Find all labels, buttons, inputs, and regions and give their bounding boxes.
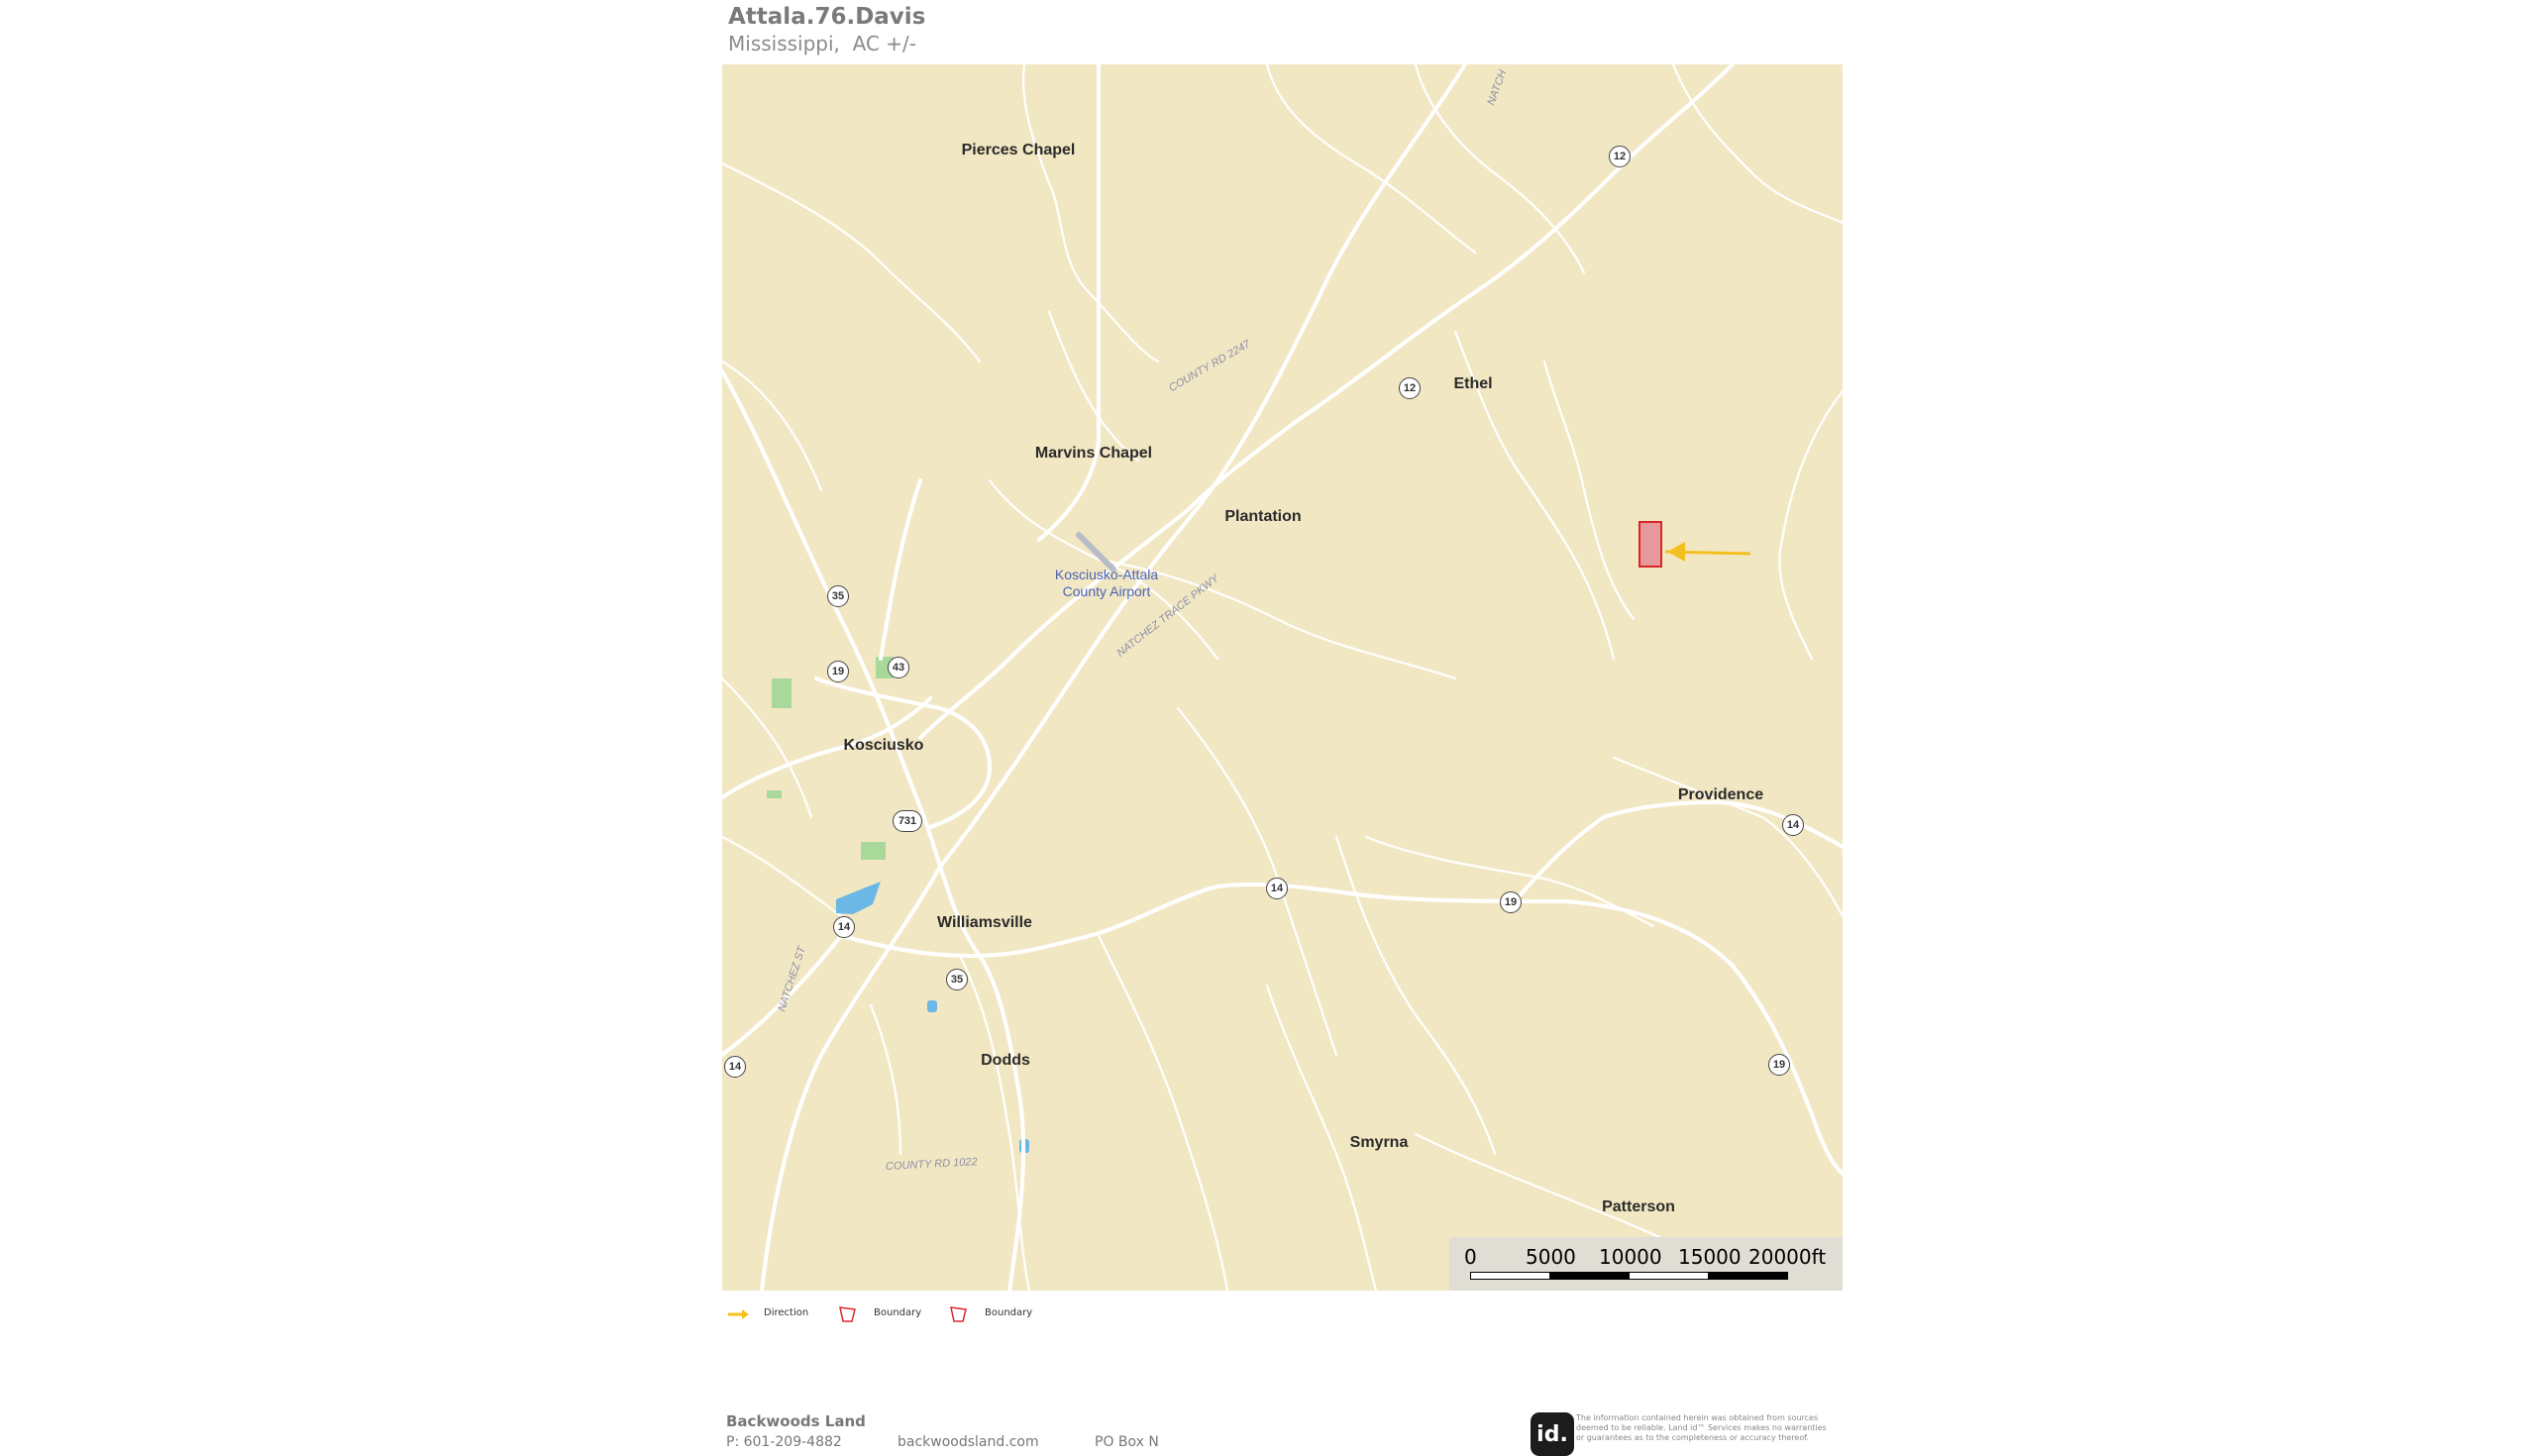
- lake-water: [836, 882, 881, 914]
- company-website[interactable]: backwoodsland.com: [898, 1434, 1039, 1450]
- pond-water: [927, 1000, 937, 1012]
- park-area: [861, 842, 886, 860]
- place-label: Dodds: [981, 1052, 1030, 1069]
- page-title: Attala.76.Davis: [728, 4, 926, 30]
- scale-segment: [1549, 1272, 1630, 1280]
- route-shield: 14: [1782, 814, 1804, 836]
- route-shield: 19: [1500, 891, 1522, 913]
- map-canvas[interactable]: Pierces Chapel Ethel Marvins Chapel Plan…: [722, 64, 1843, 1291]
- direction-arrow-icon: [728, 1309, 749, 1319]
- route-shield: 35: [827, 585, 849, 607]
- route-shield: 14: [1266, 878, 1288, 899]
- legend-label: Boundary: [985, 1307, 1033, 1318]
- route-shield: 12: [1399, 377, 1421, 399]
- legend-label: Boundary: [874, 1307, 922, 1318]
- place-label: Plantation: [1224, 508, 1302, 525]
- property-boundary: [1638, 521, 1662, 568]
- route-shield: 43: [888, 657, 909, 678]
- route-shield: 19: [827, 661, 849, 682]
- place-label: Kosciusko: [843, 737, 924, 754]
- disclaimer-text: The information contained herein was obt…: [1576, 1413, 1827, 1442]
- legend-label: Direction: [764, 1307, 809, 1318]
- place-label: Smyrna: [1349, 1134, 1409, 1151]
- route-shield: 19: [1768, 1054, 1790, 1076]
- scale-segment: [1470, 1272, 1550, 1280]
- company-name: Backwoods Land: [726, 1412, 866, 1430]
- place-label: Pierces Chapel: [961, 142, 1076, 158]
- route-shield: 35: [946, 969, 968, 990]
- page-subtitle: Mississippi, AC +/-: [728, 32, 916, 55]
- route-shield: 14: [833, 916, 855, 938]
- route-shield: 731: [893, 810, 922, 832]
- scale-label: 10000: [1599, 1245, 1662, 1269]
- place-label: Patterson: [1602, 1198, 1675, 1215]
- scale-label: 20000ft: [1748, 1245, 1827, 1269]
- scale-segment: [1629, 1272, 1709, 1280]
- direction-arrow-icon: [1664, 542, 1751, 562]
- park-area: [772, 678, 792, 708]
- scale-segment: [1708, 1272, 1788, 1280]
- place-label: Williamsville: [937, 914, 1032, 931]
- place-label: Providence: [1677, 786, 1764, 803]
- landid-logo: id.: [1531, 1412, 1574, 1456]
- company-phone: P: 601-209-4882: [726, 1434, 842, 1450]
- place-label: Ethel: [1453, 375, 1493, 392]
- scale-label: 0: [1464, 1245, 1477, 1269]
- scale-label: 5000: [1526, 1245, 1576, 1269]
- company-address: PO Box N: [1095, 1434, 1159, 1450]
- scale-label: 15000: [1678, 1245, 1742, 1269]
- airport-label: Kosciusko-Attala County Airport: [1054, 567, 1159, 599]
- scale-bar: 0 5000 10000 15000 20000ft: [1449, 1237, 1843, 1291]
- route-shield: 14: [724, 1056, 746, 1078]
- map-base-layer: [722, 64, 1843, 1291]
- park-area: [767, 790, 782, 798]
- place-label: Marvins Chapel: [1034, 445, 1153, 462]
- route-shield: 12: [1609, 146, 1631, 167]
- boundary-icon: [950, 1306, 967, 1322]
- boundary-icon: [839, 1306, 856, 1322]
